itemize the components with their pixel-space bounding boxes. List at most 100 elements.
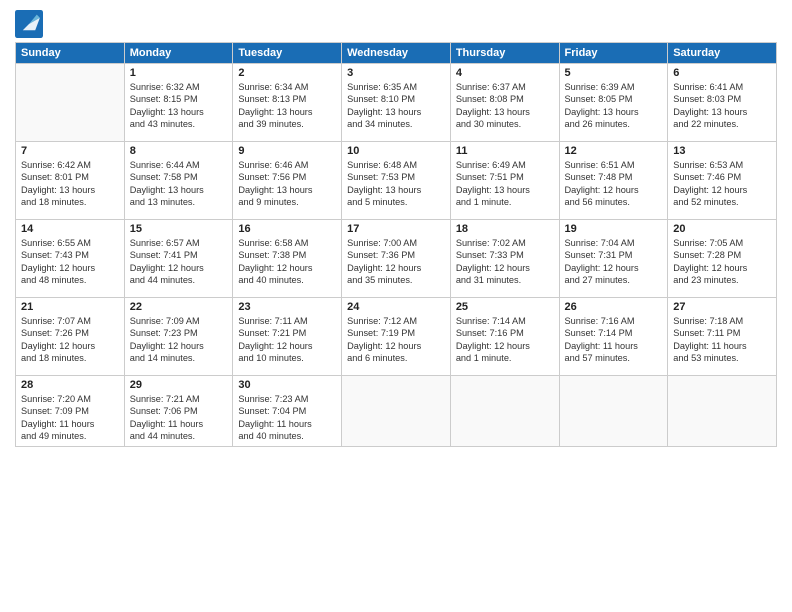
day-info: Sunrise: 6:46 AMSunset: 7:56 PMDaylight:… — [238, 159, 336, 209]
day-cell: 15 Sunrise: 6:57 AMSunset: 7:41 PMDayligh… — [124, 220, 233, 298]
week-row-5: 28 Sunrise: 7:20 AMSunset: 7:09 PMDayligh… — [16, 376, 777, 447]
weekday-header-sunday: Sunday — [16, 43, 125, 64]
day-cell — [450, 376, 559, 447]
day-cell: 22 Sunrise: 7:09 AMSunset: 7:23 PMDayligh… — [124, 298, 233, 376]
day-cell: 21 Sunrise: 7:07 AMSunset: 7:26 PMDayligh… — [16, 298, 125, 376]
day-cell: 13 Sunrise: 6:53 AMSunset: 7:46 PMDayligh… — [668, 142, 777, 220]
day-cell: 17Sunrise: 7:00 AMSunset: 7:36 PMDayligh… — [342, 220, 451, 298]
week-row-2: 7 Sunrise: 6:42 AMSunset: 8:01 PMDaylight… — [16, 142, 777, 220]
day-cell: 3 Sunrise: 6:35 AMSunset: 8:10 PMDaylight… — [342, 64, 451, 142]
day-info: Sunrise: 6:58 AMSunset: 7:38 PMDaylight:… — [238, 237, 336, 287]
day-info: Sunrise: 7:23 AMSunset: 7:04 PMDaylight:… — [238, 393, 336, 443]
day-info: Sunrise: 6:49 AMSunset: 7:51 PMDaylight:… — [456, 159, 554, 209]
day-number: 27 — [673, 301, 771, 313]
week-row-3: 14 Sunrise: 6:55 AMSunset: 7:43 PMDayligh… — [16, 220, 777, 298]
header — [15, 10, 777, 38]
day-number: 3 — [347, 67, 445, 79]
day-cell — [668, 376, 777, 447]
day-info: Sunrise: 7:21 AMSunset: 7:06 PMDaylight:… — [130, 393, 228, 443]
day-info: Sunrise: 7:12 AMSunset: 7:19 PMDaylight:… — [347, 315, 445, 365]
weekday-header-tuesday: Tuesday — [233, 43, 342, 64]
day-info: Sunrise: 6:48 AMSunset: 7:53 PMDaylight:… — [347, 159, 445, 209]
day-cell: 5 Sunrise: 6:39 AMSunset: 8:05 PMDaylight… — [559, 64, 668, 142]
day-info: Sunrise: 7:04 AMSunset: 7:31 PMDaylight:… — [565, 237, 663, 287]
day-number: 25 — [456, 301, 554, 313]
weekday-header-friday: Friday — [559, 43, 668, 64]
weekday-header-saturday: Saturday — [668, 43, 777, 64]
day-info: Sunrise: 7:02 AMSunset: 7:33 PMDaylight:… — [456, 237, 554, 287]
day-info: Sunrise: 6:35 AMSunset: 8:10 PMDaylight:… — [347, 81, 445, 131]
day-number: 6 — [673, 67, 771, 79]
day-cell: 29 Sunrise: 7:21 AMSunset: 7:06 PMDayligh… — [124, 376, 233, 447]
day-number: 20 — [673, 223, 771, 235]
calendar-table: SundayMondayTuesdayWednesdayThursdayFrid… — [15, 42, 777, 447]
day-number: 18 — [456, 223, 554, 235]
day-info: Sunrise: 6:55 AMSunset: 7:43 PMDaylight:… — [21, 237, 119, 287]
day-info: Sunrise: 7:09 AMSunset: 7:23 PMDaylight:… — [130, 315, 228, 365]
day-info: Sunrise: 6:51 AMSunset: 7:48 PMDaylight:… — [565, 159, 663, 209]
day-cell: 2Sunrise: 6:34 AMSunset: 8:13 PMDaylight… — [233, 64, 342, 142]
day-number: 29 — [130, 379, 228, 391]
day-info: Sunrise: 7:11 AMSunset: 7:21 PMDaylight:… — [238, 315, 336, 365]
day-number: 24 — [347, 301, 445, 313]
week-row-4: 21 Sunrise: 7:07 AMSunset: 7:26 PMDayligh… — [16, 298, 777, 376]
day-cell: 18 Sunrise: 7:02 AMSunset: 7:33 PMDayligh… — [450, 220, 559, 298]
day-cell: 7 Sunrise: 6:42 AMSunset: 8:01 PMDaylight… — [16, 142, 125, 220]
day-cell: 25Sunrise: 7:14 AMSunset: 7:16 PMDayligh… — [450, 298, 559, 376]
page-container: SundayMondayTuesdayWednesdayThursdayFrid… — [0, 0, 792, 457]
day-number: 7 — [21, 145, 119, 157]
day-info: Sunrise: 6:37 AMSunset: 8:08 PMDaylight:… — [456, 81, 554, 131]
day-info: Sunrise: 6:39 AMSunset: 8:05 PMDaylight:… — [565, 81, 663, 131]
day-cell: 4 Sunrise: 6:37 AMSunset: 8:08 PMDaylight… — [450, 64, 559, 142]
day-number: 14 — [21, 223, 119, 235]
weekday-header-thursday: Thursday — [450, 43, 559, 64]
day-info: Sunrise: 6:32 AMSunset: 8:15 PMDaylight:… — [130, 81, 228, 131]
day-cell: 6 Sunrise: 6:41 AMSunset: 8:03 PMDaylight… — [668, 64, 777, 142]
day-number: 30 — [238, 379, 336, 391]
day-cell — [559, 376, 668, 447]
day-number: 23 — [238, 301, 336, 313]
day-cell: 14 Sunrise: 6:55 AMSunset: 7:43 PMDayligh… — [16, 220, 125, 298]
day-number: 28 — [21, 379, 119, 391]
day-cell — [16, 64, 125, 142]
day-number: 13 — [673, 145, 771, 157]
day-info: Sunrise: 6:57 AMSunset: 7:41 PMDaylight:… — [130, 237, 228, 287]
day-number: 8 — [130, 145, 228, 157]
day-number: 10 — [347, 145, 445, 157]
day-info: Sunrise: 7:16 AMSunset: 7:14 PMDaylight:… — [565, 315, 663, 365]
day-info: Sunrise: 6:53 AMSunset: 7:46 PMDaylight:… — [673, 159, 771, 209]
day-number: 26 — [565, 301, 663, 313]
weekday-header-wednesday: Wednesday — [342, 43, 451, 64]
day-cell: 27 Sunrise: 7:18 AMSunset: 7:11 PMDayligh… — [668, 298, 777, 376]
week-row-1: 1Sunrise: 6:32 AMSunset: 8:15 PMDaylight… — [16, 64, 777, 142]
day-cell: 9Sunrise: 6:46 AMSunset: 7:56 PMDaylight… — [233, 142, 342, 220]
day-info: Sunrise: 7:05 AMSunset: 7:28 PMDaylight:… — [673, 237, 771, 287]
day-number: 22 — [130, 301, 228, 313]
day-info: Sunrise: 7:18 AMSunset: 7:11 PMDaylight:… — [673, 315, 771, 365]
day-number: 19 — [565, 223, 663, 235]
day-cell: 20 Sunrise: 7:05 AMSunset: 7:28 PMDayligh… — [668, 220, 777, 298]
day-info: Sunrise: 7:20 AMSunset: 7:09 PMDaylight:… — [21, 393, 119, 443]
day-number: 21 — [21, 301, 119, 313]
day-number: 5 — [565, 67, 663, 79]
day-info: Sunrise: 7:07 AMSunset: 7:26 PMDaylight:… — [21, 315, 119, 365]
day-number: 12 — [565, 145, 663, 157]
day-info: Sunrise: 6:41 AMSunset: 8:03 PMDaylight:… — [673, 81, 771, 131]
day-number: 4 — [456, 67, 554, 79]
day-info: Sunrise: 6:44 AMSunset: 7:58 PMDaylight:… — [130, 159, 228, 209]
weekday-header-row: SundayMondayTuesdayWednesdayThursdayFrid… — [16, 43, 777, 64]
day-cell: 16Sunrise: 6:58 AMSunset: 7:38 PMDayligh… — [233, 220, 342, 298]
day-cell: 23 Sunrise: 7:11 AMSunset: 7:21 PMDayligh… — [233, 298, 342, 376]
day-cell: 30 Sunrise: 7:23 AMSunset: 7:04 PMDayligh… — [233, 376, 342, 447]
logo — [15, 10, 47, 38]
day-info: Sunrise: 6:42 AMSunset: 8:01 PMDaylight:… — [21, 159, 119, 209]
logo-icon — [15, 10, 43, 38]
day-cell: 8 Sunrise: 6:44 AMSunset: 7:58 PMDaylight… — [124, 142, 233, 220]
day-number: 15 — [130, 223, 228, 235]
day-info: Sunrise: 7:00 AMSunset: 7:36 PMDaylight:… — [347, 237, 445, 287]
day-cell: 28 Sunrise: 7:20 AMSunset: 7:09 PMDayligh… — [16, 376, 125, 447]
day-number: 11 — [456, 145, 554, 157]
day-cell: 19 Sunrise: 7:04 AMSunset: 7:31 PMDayligh… — [559, 220, 668, 298]
day-number: 2 — [238, 67, 336, 79]
day-cell: 12 Sunrise: 6:51 AMSunset: 7:48 PMDayligh… — [559, 142, 668, 220]
